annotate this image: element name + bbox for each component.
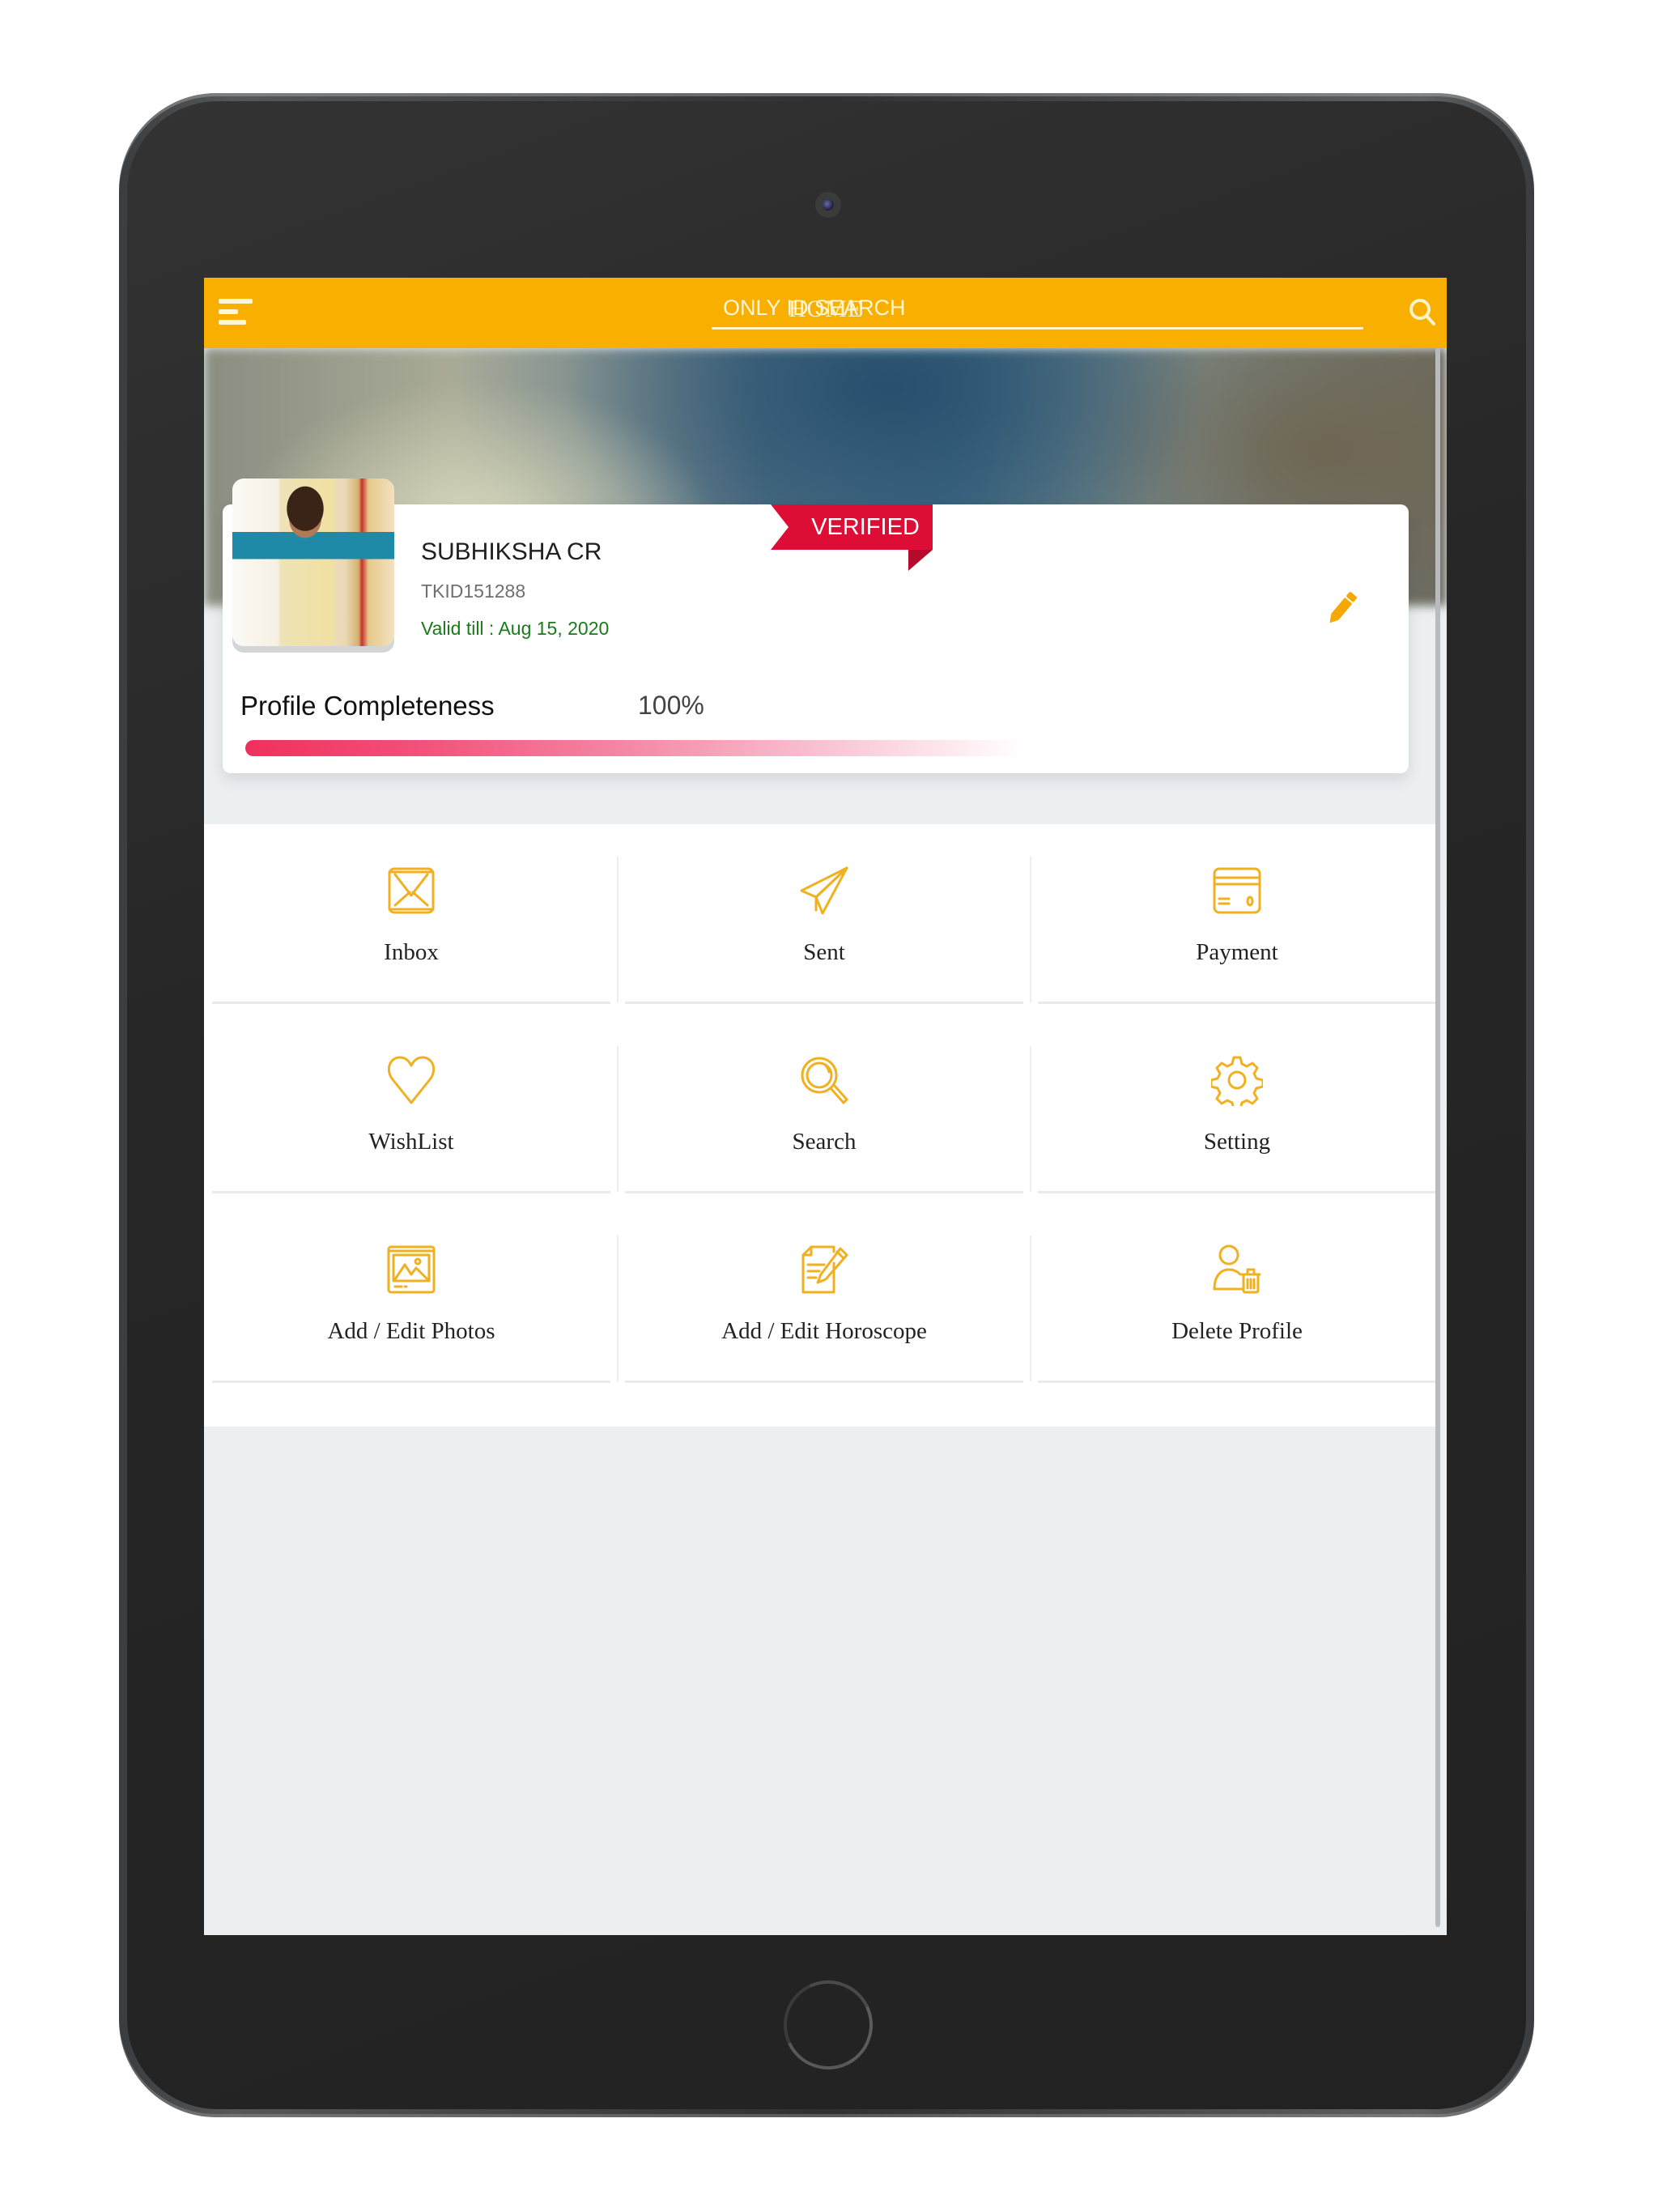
divider [1038,1191,1436,1193]
menu-label: Payment [1196,939,1278,965]
divider [625,1191,1023,1193]
credit-card-icon [1211,865,1263,917]
id-search-input[interactable] [712,289,1363,327]
completeness-label: Profile Completeness [240,691,495,721]
menu-item-search[interactable]: Search [617,1014,1023,1193]
menu-item-wishlist[interactable]: WishList [212,1014,610,1193]
verified-badge: VERIFIED [771,504,933,571]
divider [617,857,619,1002]
menu-label: Delete Profile [1171,1318,1303,1344]
profile-photo[interactable] [232,479,394,646]
menu-bar [219,320,246,325]
scrollbar[interactable] [1435,348,1440,1927]
photo-gallery-icon [385,1244,437,1295]
divider [625,1002,1023,1004]
menu-item-setting[interactable]: Setting [1030,1014,1436,1193]
user-delete-icon [1211,1244,1263,1295]
search-icon[interactable] [1406,296,1439,328]
menu-bar [219,309,238,314]
hamburger-menu-icon[interactable] [219,296,254,328]
divider [212,1002,610,1004]
gear-icon [1209,1054,1265,1111]
divider [617,1046,619,1192]
completeness-bar [245,740,1022,756]
validity-date: Valid till : Aug 15, 2020 [421,618,610,639]
app-screen: HOME VERIFIED SUBHIKSHA CR TKID151288 Va… [204,278,1447,1935]
divider [1030,1046,1031,1192]
menu-label: Setting [1203,1129,1271,1155]
divider [1030,1236,1031,1381]
document-edit-icon [798,1244,850,1295]
menu-item-sent[interactable]: Sent [617,824,1023,1004]
menu-item-inbox[interactable]: Inbox [212,824,610,1004]
menu-label: Add / Edit Horoscope [721,1318,927,1344]
menu-item-delete-profile[interactable]: Delete Profile [1030,1203,1436,1383]
divider [1038,1002,1436,1004]
profile-id: TKID151288 [421,581,526,602]
menu-label: Search [792,1129,857,1155]
menu-grid: Inbox Sent Payment WishList Search Setti… [204,824,1439,1427]
envelope-icon [385,865,437,917]
divider [617,1236,619,1381]
magnifier-icon [798,1054,850,1106]
pencil-icon[interactable] [1323,587,1362,629]
app-header: HOME [204,278,1447,348]
id-search-field[interactable] [712,289,1363,330]
paper-plane-icon [798,865,850,917]
menu-item-payment[interactable]: Payment [1030,824,1436,1004]
heart-icon [385,1054,437,1106]
menu-label: Inbox [384,939,439,965]
front-camera [815,192,841,218]
divider [625,1380,1023,1383]
menu-item-add-edit-photos[interactable]: Add / Edit Photos [212,1203,610,1383]
menu-label: WishList [368,1129,454,1155]
menu-item-add-edit-horoscope[interactable]: Add / Edit Horoscope [617,1203,1023,1383]
divider [212,1380,610,1383]
profile-name: SUBHIKSHA CR [421,538,602,565]
verified-label: VERIFIED [811,514,920,540]
completeness-value: 100% [638,691,704,720]
menu-label: Sent [803,939,845,965]
divider [1038,1380,1436,1383]
menu-label: Add / Edit Photos [327,1318,495,1344]
divider [212,1191,610,1193]
menu-bar [219,299,253,304]
divider [1030,857,1031,1002]
